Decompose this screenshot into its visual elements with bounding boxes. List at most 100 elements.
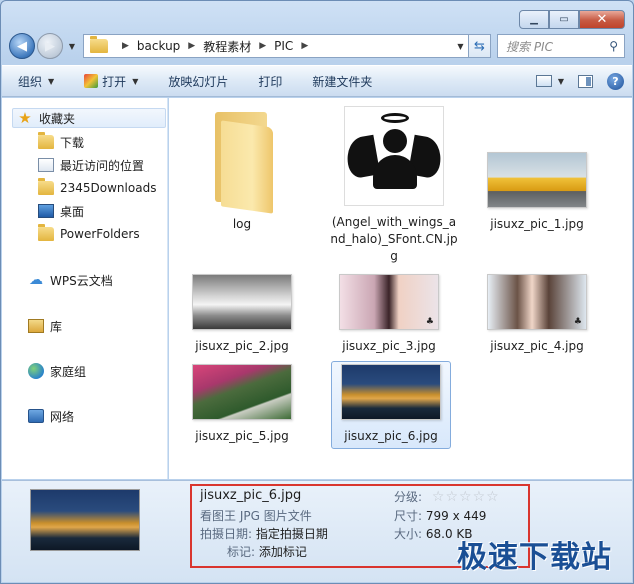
back-button[interactable]: ◀: [9, 33, 35, 59]
file-name: jisuxz_pic_3.jpg: [342, 339, 436, 353]
sidebar-item-recent-places[interactable]: 最近访问的位置: [38, 155, 144, 175]
file-item-pic3[interactable]: ♣ jisuxz_pic_3.jpg: [329, 274, 449, 355]
folder-icon: [38, 224, 54, 241]
details-rating[interactable]: 分级: ☆ ☆ ☆ ☆ ☆: [394, 488, 499, 505]
sidebar-item-favorites[interactable]: ★ 收藏夹: [12, 108, 166, 128]
sidebar-item-wps-cloud[interactable]: ☁ WPS云文档: [28, 270, 113, 290]
watermark-logo: 极速下载站: [457, 540, 612, 575]
organize-button[interactable]: 组织 ▼: [18, 73, 54, 90]
address-dropdown-icon[interactable]: ▼: [452, 41, 468, 51]
folder-icon: [38, 132, 54, 149]
sidebar-item-downloads[interactable]: 下载: [38, 132, 84, 152]
address-bar[interactable]: ▶ backup ▶ 教程素材 ▶ PIC ▶ ▼: [83, 34, 469, 58]
search-input[interactable]: 搜索 PIC ⚲: [497, 34, 625, 58]
sidebar-item-network[interactable]: 网络: [28, 406, 74, 426]
view-icon: [535, 75, 552, 87]
sidebar-item-homegroup[interactable]: 家庭组: [28, 361, 86, 381]
tags-key: 标记:: [227, 545, 256, 559]
folder-icon: [207, 106, 277, 214]
file-list: log (Angel_with_wings_and_halo)_SFont.CN…: [169, 98, 632, 479]
new-folder-button[interactable]: 新建文件夹: [312, 73, 372, 90]
file-item-pic6[interactable]: jisuxz_pic_6.jpg: [331, 361, 451, 449]
sidebar-item-desktop[interactable]: 桌面: [38, 201, 84, 221]
file-item-pic4[interactable]: ♣ jisuxz_pic_4.jpg: [477, 274, 597, 355]
chevron-right-icon[interactable]: ▶: [301, 41, 308, 51]
image-thumbnail: ♣: [339, 274, 439, 330]
star-icon[interactable]: ☆: [486, 489, 499, 505]
recent-pages-dropdown[interactable]: ▼: [65, 42, 79, 51]
details-thumbnail: [30, 489, 140, 551]
file-item-pic2[interactable]: jisuxz_pic_2.jpg: [182, 274, 302, 355]
organize-label: 组织: [18, 74, 43, 89]
explorer-window: ▁ ▭ ✕ ◀ ▶ ▼ ▶ backup ▶ 教程素材 ▶ PIC ▶ ▼ ⇆ …: [0, 0, 634, 584]
filesize-key: 大小:: [394, 527, 423, 541]
sidebar-item-label: 库: [50, 319, 63, 334]
change-view-button[interactable]: ▼: [535, 75, 564, 87]
navigation-pane: ★ 收藏夹 下载 最近访问的位置 2345Downloads 桌面 PowerF…: [2, 98, 168, 479]
image-thumbnail: [192, 274, 292, 330]
image-thumbnail: [192, 364, 292, 420]
sidebar-item-label: 2345Downloads: [60, 181, 157, 195]
sidebar-item-label: 桌面: [60, 204, 85, 219]
caption-buttons: ▁ ▭ ✕: [519, 10, 625, 29]
image-thumbnail: [344, 106, 444, 206]
rating-stars[interactable]: ☆ ☆ ☆ ☆ ☆: [432, 489, 499, 505]
file-item-pic5[interactable]: jisuxz_pic_5.jpg: [182, 364, 302, 445]
file-name: jisuxz_pic_5.jpg: [195, 429, 289, 443]
slideshow-label: 放映幻灯片: [168, 74, 229, 89]
sidebar-item-label: 收藏夹: [39, 111, 76, 126]
breadcrumb: ▶ backup ▶ 教程素材 ▶ PIC ▶: [114, 38, 316, 55]
file-name: log: [232, 217, 252, 231]
minimize-button[interactable]: ▁: [519, 10, 549, 29]
homegroup-icon: [28, 363, 44, 379]
open-button[interactable]: 打开 ▼: [84, 73, 138, 90]
size-key: 尺寸:: [394, 509, 423, 523]
close-button[interactable]: ✕: [579, 10, 625, 29]
preview-pane-icon[interactable]: [578, 74, 593, 88]
star-icon[interactable]: ☆: [459, 489, 472, 505]
file-item-log[interactable]: log: [182, 106, 302, 233]
star-icon[interactable]: ☆: [432, 489, 445, 505]
chevron-right-icon[interactable]: ▶: [188, 41, 195, 51]
star-icon[interactable]: ☆: [473, 489, 486, 505]
star-icon[interactable]: ☆: [445, 489, 458, 505]
sidebar-item-powerfolders[interactable]: PowerFolders: [38, 224, 140, 244]
file-item-pic1[interactable]: jisuxz_pic_1.jpg: [477, 106, 597, 233]
print-button[interactable]: 打印: [258, 73, 282, 90]
details-dimensions: 尺寸: 799 x 449: [394, 507, 486, 524]
breadcrumb-tutorial[interactable]: 教程素材: [203, 38, 251, 55]
search-icon[interactable]: ⚲: [609, 39, 618, 53]
breadcrumb-pic[interactable]: PIC: [274, 39, 293, 53]
file-name: jisuxz_pic_6.jpg: [344, 429, 438, 443]
details-date[interactable]: 拍摄日期: 指定拍摄日期: [200, 525, 328, 542]
chevron-down-icon[interactable]: ▼: [558, 77, 564, 86]
chevron-right-icon[interactable]: ▶: [259, 41, 266, 51]
details-tags[interactable]: 标记: 添加标记: [227, 543, 307, 560]
date-value[interactable]: 指定拍摄日期: [256, 527, 328, 541]
recent-places-icon: [38, 158, 54, 172]
breadcrumb-backup[interactable]: backup: [137, 39, 180, 53]
folder-icon: [90, 36, 108, 53]
details-filetype: 看图王 JPG 图片文件: [200, 509, 312, 523]
sidebar-item-library[interactable]: 库: [28, 316, 62, 336]
refresh-icon: ⇆: [474, 38, 485, 54]
sidebar-item-2345downloads[interactable]: 2345Downloads: [38, 178, 156, 198]
sidebar-item-label: 下载: [60, 135, 85, 150]
sidebar-item-label: 家庭组: [50, 364, 87, 379]
help-icon[interactable]: ?: [607, 72, 624, 90]
sidebar-item-label: PowerFolders: [60, 227, 140, 241]
slideshow-button[interactable]: 放映幻灯片: [168, 73, 228, 90]
file-name: jisuxz_pic_1.jpg: [490, 217, 584, 231]
file-name: (Angel_with_wings_and_halo)_SFont.CN.jpg: [330, 215, 458, 263]
size-value: 799 x 449: [425, 509, 487, 523]
sidebar-item-label: 网络: [50, 409, 75, 424]
forward-button[interactable]: ▶: [37, 33, 63, 59]
file-item-angel[interactable]: (Angel_with_wings_and_halo)_SFont.CN.jpg: [329, 106, 459, 265]
refresh-button[interactable]: ⇆: [469, 34, 491, 58]
new-folder-label: 新建文件夹: [312, 74, 373, 89]
command-bar: 组织 ▼ 打开 ▼ 放映幻灯片 打印 新建文件夹 ▼ ?: [2, 65, 632, 97]
tags-value[interactable]: 添加标记: [259, 545, 307, 559]
open-label: 打开: [102, 74, 127, 89]
maximize-button[interactable]: ▭: [549, 10, 579, 29]
print-label: 打印: [258, 74, 283, 89]
